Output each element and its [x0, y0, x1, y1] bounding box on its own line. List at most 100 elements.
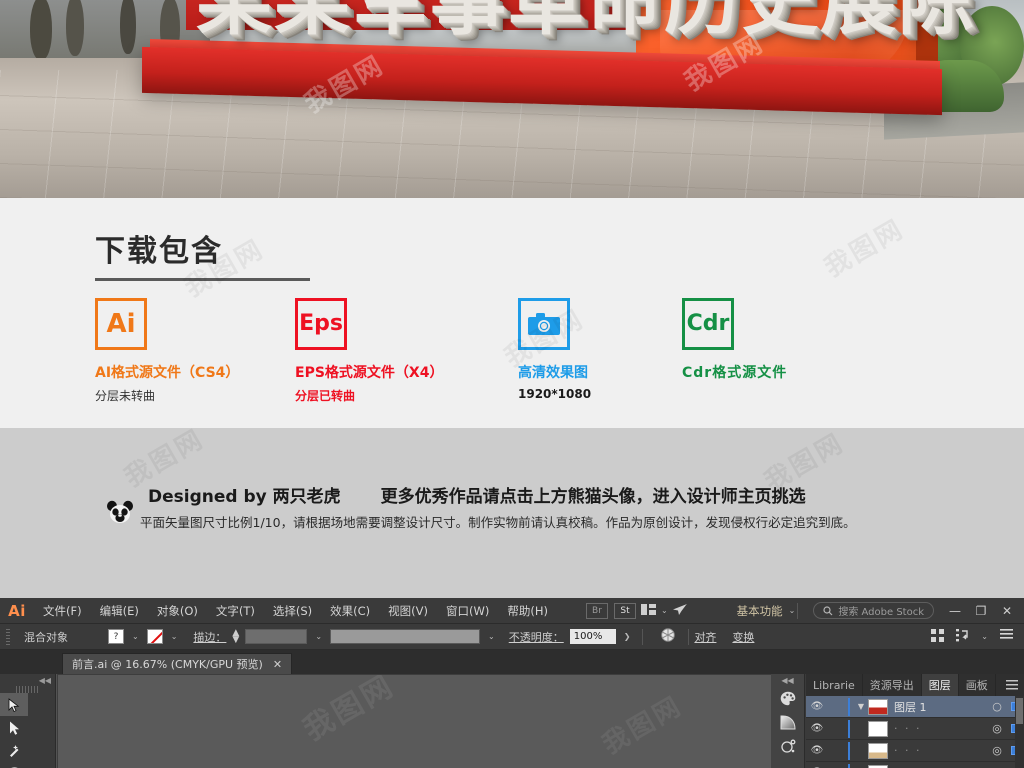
visibility-toggle-icon[interactable]: 👁 [806, 701, 828, 712]
stroke-swatch[interactable] [146, 629, 163, 644]
align-button[interactable]: 对齐 [688, 628, 721, 645]
window-close-button[interactable]: ✕ [994, 604, 1020, 618]
format-item-cdr: Cdr Cdr格式源文件 [682, 298, 787, 382]
stock-search-box[interactable]: 搜索 Adobe Stock [813, 602, 934, 619]
visibility-toggle-icon[interactable]: 👁 [806, 745, 828, 756]
menu-file[interactable]: 文件(F) [34, 603, 91, 619]
window-maximize-button[interactable]: ❐ [968, 604, 994, 618]
layers-scrollbar-thumb[interactable] [1016, 698, 1023, 724]
table-row[interactable]: 👁 ▼ 图层 1 ○ [806, 696, 1024, 718]
menu-type[interactable]: 文字(T) [207, 603, 264, 619]
document-tab-bar: 前言.ai @ 16.67% (CMYK/GPU 预览) ✕ [0, 650, 1024, 674]
download-includes-section: 下载包含 Ai AI格式源文件（CS4） 分层未转曲 Eps EPS格式源文件（… [0, 198, 1024, 428]
recolor-artwork-icon[interactable] [658, 628, 678, 645]
eps-file-icon-glyph: Eps [299, 311, 343, 336]
menu-select[interactable]: 选择(S) [264, 603, 321, 619]
chevron-down-icon[interactable]: ▼ [854, 702, 868, 711]
format-item-ai: Ai AI格式源文件（CS4） 分层未转曲 [95, 298, 239, 404]
table-row[interactable]: 👁 · · · ◎ [806, 718, 1024, 740]
stroke-caret-icon[interactable]: ⌄ [169, 632, 180, 641]
document-tab[interactable]: 前言.ai @ 16.67% (CMYK/GPU 预览) ✕ [62, 653, 293, 674]
gradient-panel-icon[interactable] [771, 710, 804, 734]
hero-banner-image: 某某军事革命历史展陈 我图网 我图网 [0, 0, 1024, 198]
menu-window[interactable]: 窗口(W) [437, 603, 498, 619]
section-title: 下载包含 [95, 234, 223, 269]
format-sublabel: 分层已转曲 [295, 389, 356, 403]
tab-layers[interactable]: 图层 [921, 674, 959, 696]
fill-caret-icon[interactable]: ⌄ [130, 632, 141, 641]
table-row[interactable]: 👁 · · · ◎ [806, 762, 1024, 768]
layer-name[interactable]: 图层 1 [894, 699, 988, 715]
menu-help[interactable]: 帮助(H) [498, 603, 557, 619]
opacity-more-arrow[interactable]: ❯ [622, 632, 633, 641]
stock-button[interactable]: St [613, 602, 636, 619]
work-area: ◀◀ 我图网 我图网 ◀◀ Librarie 资源导出 图层 画板 👁 ▼ 图层… [0, 674, 1024, 768]
target-indicator-icon[interactable]: ◎ [988, 744, 1006, 757]
stroke-weight-input[interactable] [245, 629, 308, 644]
more-works-label: 更多优秀作品请点击上方熊猫头像，进入设计师主页挑选 [380, 487, 806, 507]
share-on-behance-icon[interactable] [670, 603, 690, 619]
color-panel-icon[interactable] [771, 686, 804, 710]
banner-tree [120, 0, 136, 54]
tab-artboards[interactable]: 画板 [959, 674, 996, 696]
camera-icon-glyph [528, 313, 560, 335]
format-item-preview: 高清效果图 1920*1080 [518, 298, 591, 401]
stroke-profile-select[interactable] [330, 629, 481, 644]
menu-bar: Ai 文件(F) 编辑(E) 对象(O) 文字(T) 选择(S) 效果(C) 视… [0, 598, 1024, 624]
control-bar-grip[interactable] [6, 628, 10, 645]
dock-icon-strip: ◀◀ [771, 674, 805, 768]
visibility-toggle-icon[interactable]: 👁 [806, 723, 828, 734]
illustrator-logo-icon: Ai [8, 601, 26, 620]
layer-name[interactable]: · · · [894, 722, 988, 735]
workspace-switcher[interactable]: 基本功能 [733, 603, 787, 619]
distribute-icon[interactable] [927, 628, 947, 645]
layer-name[interactable]: · · · [894, 744, 988, 757]
stroke-stepper[interactable]: ▲ ▼ [232, 628, 239, 644]
tools-panel-grip[interactable] [16, 686, 39, 693]
panel-menu-icon[interactable] [1000, 674, 1024, 696]
opacity-input[interactable]: 100% [569, 629, 616, 644]
menu-effect[interactable]: 效果(C) [321, 603, 379, 619]
tab-libraries[interactable]: Librarie [806, 674, 863, 696]
credit-headline: Designed by 两只老虎 更多优秀作品请点击上方熊猫头像，进入设计师主页… [148, 482, 806, 507]
close-icon[interactable]: ✕ [273, 658, 282, 671]
eps-file-icon: Eps [295, 298, 347, 350]
menu-view[interactable]: 视图(V) [379, 603, 437, 619]
camera-icon [518, 298, 570, 350]
arrange-caret-icon[interactable]: ⌄ [659, 606, 670, 615]
transform-button[interactable]: 变换 [727, 629, 759, 645]
text-wrap-caret-icon[interactable]: ⌄ [979, 632, 990, 641]
menu-edit[interactable]: 编辑(E) [91, 603, 148, 619]
designed-by-label: Designed by 两只老虎 [148, 487, 341, 507]
stroke-weight-label: 描边： [193, 630, 227, 644]
magic-wand-tool[interactable] [0, 739, 28, 762]
disclaimer-text: 平面矢量图尺寸比例1/10，请根据场地需要调整设计尺寸。制作实物前请认真校稿。作… [140, 515, 856, 530]
format-sublabel: 分层未转曲 [95, 389, 156, 403]
target-indicator-icon[interactable]: ○ [988, 700, 1006, 713]
watermark: 我图网 [597, 690, 688, 761]
tools-collapse-button[interactable]: ◀◀ [0, 674, 55, 686]
fill-swatch[interactable]: ? [108, 629, 124, 644]
direct-selection-tool[interactable] [0, 716, 28, 739]
lasso-tool[interactable] [0, 762, 28, 768]
panda-face-icon [107, 500, 133, 523]
table-row[interactable]: 👁 · · · ◎ [806, 740, 1024, 762]
symbols-panel-icon[interactable] [771, 734, 804, 758]
stroke-weight-caret-icon[interactable]: ⌄ [313, 632, 324, 641]
text-wrap-icon[interactable] [953, 628, 973, 645]
target-indicator-icon[interactable]: ◎ [988, 722, 1006, 735]
right-dock: ◀◀ Librarie 资源导出 图层 画板 👁 ▼ 图层 1 ○ 👁 · · … [771, 674, 1024, 768]
workspace-caret-icon[interactable]: ⌄ [787, 606, 798, 615]
tab-asset-export[interactable]: 资源导出 [863, 674, 922, 696]
dock-collapse-button[interactable]: ◀◀ [771, 674, 804, 686]
layer-color-bar [844, 719, 854, 738]
profile-caret-icon[interactable]: ⌄ [486, 632, 497, 641]
document-canvas[interactable]: 我图网 我图网 [57, 674, 824, 768]
selection-tool[interactable] [0, 693, 28, 716]
bridge-button[interactable]: Br [585, 602, 608, 619]
arrange-documents-icon[interactable] [639, 603, 659, 618]
layer-thumbnail [868, 698, 888, 715]
document-setup-icon[interactable] [996, 629, 1016, 644]
menu-object[interactable]: 对象(O) [148, 603, 207, 619]
window-minimize-button[interactable]: — [942, 604, 968, 618]
